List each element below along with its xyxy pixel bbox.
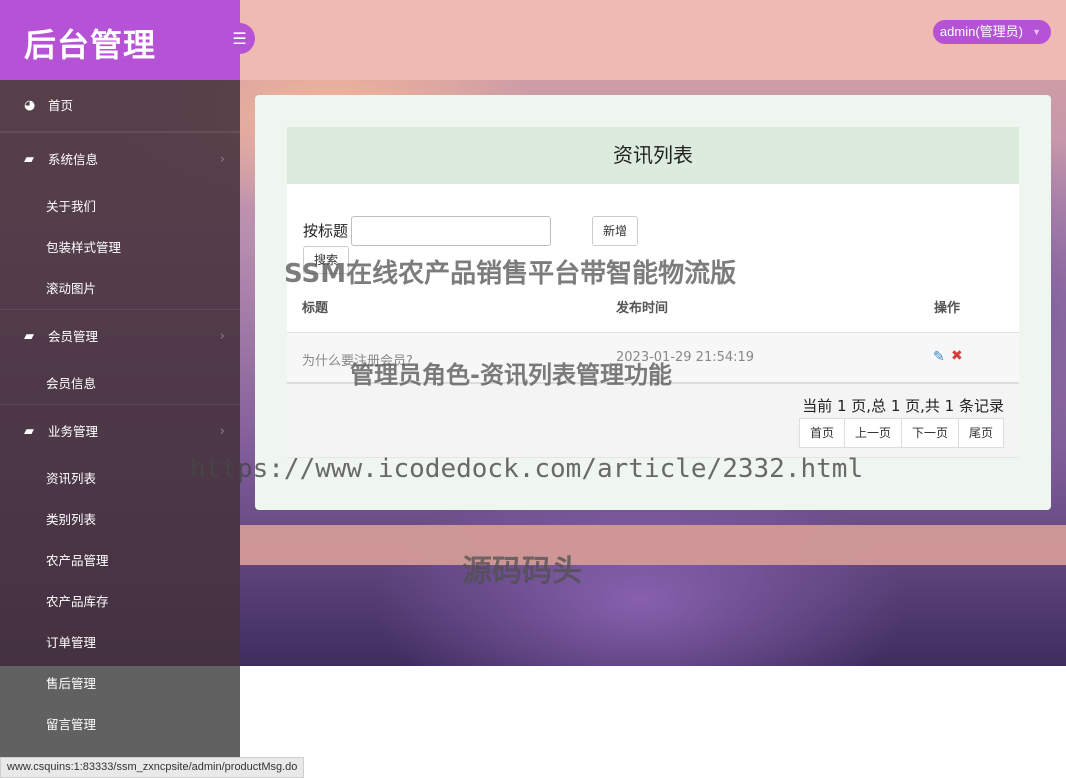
- sidebar-item-label: 资讯列表: [46, 471, 97, 486]
- sidebar: ◕ 首页 ▰ 系统信息 › 关于我们 包装样式管理 滚动图片 ▰ 会员管理 › …: [0, 80, 240, 778]
- title-search-input[interactable]: [351, 216, 551, 246]
- sidebar-item-label: 类别列表: [46, 512, 97, 527]
- sidebar-item-label: 会员管理: [48, 329, 99, 344]
- page-title: 资讯列表: [287, 127, 1019, 184]
- row-title: 为什么要注册会员?: [302, 354, 413, 369]
- sidebar-item-label: 农产品库存: [46, 594, 109, 609]
- sidebar-item-label: 包装样式管理: [46, 240, 122, 255]
- row-time: 2023-01-29 21:54:19: [616, 350, 755, 365]
- sidebar-item-label: 系统信息: [48, 152, 99, 167]
- first-page-button[interactable]: 首页: [798, 418, 845, 448]
- sidebar-item-label: 售后管理: [46, 676, 97, 691]
- sidebar-group-members[interactable]: ▰ 会员管理 ›: [0, 309, 240, 363]
- caret-down-icon: ▼: [1032, 27, 1041, 37]
- last-page-button[interactable]: 尾页: [957, 418, 1004, 448]
- column-header-title: 标题: [302, 301, 329, 316]
- book-icon: ▰: [24, 424, 34, 439]
- prev-page-button[interactable]: 上一页: [843, 418, 902, 448]
- content-panel: 资讯列表 按标题 新增 搜索 标题 发布时间 操作 为什么要注册会员? 2023…: [255, 95, 1051, 510]
- sidebar-item-after-sales[interactable]: 售后管理: [0, 663, 240, 704]
- column-header-actions: 操作: [934, 301, 961, 316]
- hamburger-icon[interactable]: ☰: [224, 23, 255, 54]
- top-header: admin(管理员) ▼: [240, 0, 1066, 80]
- background-band: [240, 525, 1066, 565]
- chevron-right-icon: ›: [219, 152, 225, 167]
- book-icon: ▰: [24, 329, 34, 344]
- dashboard-icon: ◕: [24, 98, 36, 113]
- browser-status-bar: www.csquins:1:83333/ssm_zxncpsite/admin/…: [0, 757, 305, 778]
- add-button[interactable]: 新增: [592, 216, 639, 246]
- sidebar-item-label: 订单管理: [46, 635, 97, 650]
- sidebar-item-member-info[interactable]: 会员信息: [0, 363, 240, 404]
- sidebar-item-news[interactable]: 资讯列表: [0, 458, 240, 499]
- sidebar-item-about[interactable]: 关于我们: [0, 186, 240, 227]
- chevron-right-icon: ›: [219, 329, 225, 344]
- page-info: 当前 1 页,总 1 页,共 1 条记录: [802, 397, 1004, 415]
- sidebar-item-label: 农产品管理: [46, 553, 109, 568]
- search-label: 按标题: [303, 222, 349, 240]
- sidebar-item-orders[interactable]: 订单管理: [0, 622, 240, 663]
- sidebar-item-packaging[interactable]: 包装样式管理: [0, 227, 240, 268]
- chevron-right-icon: ›: [219, 424, 225, 439]
- column-header-time: 发布时间: [616, 301, 669, 316]
- sidebar-item-messages[interactable]: 留言管理: [0, 704, 240, 745]
- sidebar-item-label: 会员信息: [46, 376, 97, 391]
- sidebar-group-system[interactable]: ▰ 系统信息 ›: [0, 132, 240, 186]
- sidebar-item-products[interactable]: 农产品管理: [0, 540, 240, 581]
- sidebar-item-carousel[interactable]: 滚动图片: [0, 268, 240, 309]
- table-row: 为什么要注册会员? 2023-01-29 21:54:19 ✎ ✖: [287, 332, 1019, 384]
- sidebar-item-label: 留言管理: [46, 717, 97, 732]
- table-footer: 当前 1 页,总 1 页,共 1 条记录 首页 上一页 下一页 尾页: [287, 384, 1019, 458]
- user-menu-label: admin(管理员): [939, 24, 1023, 39]
- sidebar-item-label: 业务管理: [48, 424, 99, 439]
- delete-icon[interactable]: ✖: [951, 348, 963, 364]
- book-icon: ▰: [24, 152, 34, 167]
- sidebar-item-label: 关于我们: [46, 199, 97, 214]
- sidebar-item-categories[interactable]: 类别列表: [0, 499, 240, 540]
- edit-icon[interactable]: ✎: [933, 349, 945, 365]
- search-button[interactable]: 搜索: [303, 246, 350, 274]
- pagination: 首页 上一页 下一页 尾页: [798, 418, 1004, 448]
- news-list-box: 资讯列表 按标题 新增 搜索 标题 发布时间 操作 为什么要注册会员? 2023…: [287, 127, 1019, 458]
- next-page-button[interactable]: 下一页: [900, 418, 959, 448]
- sidebar-item-inventory[interactable]: 农产品库存: [0, 581, 240, 622]
- app-logo: 后台管理: [0, 0, 240, 80]
- sidebar-item-label: 首页: [48, 98, 74, 113]
- sidebar-item-label: 滚动图片: [46, 281, 97, 296]
- user-menu-button[interactable]: admin(管理员) ▼: [932, 20, 1051, 44]
- sidebar-group-business[interactable]: ▰ 业务管理 ›: [0, 404, 240, 458]
- sidebar-item-home[interactable]: ◕ 首页: [0, 80, 240, 132]
